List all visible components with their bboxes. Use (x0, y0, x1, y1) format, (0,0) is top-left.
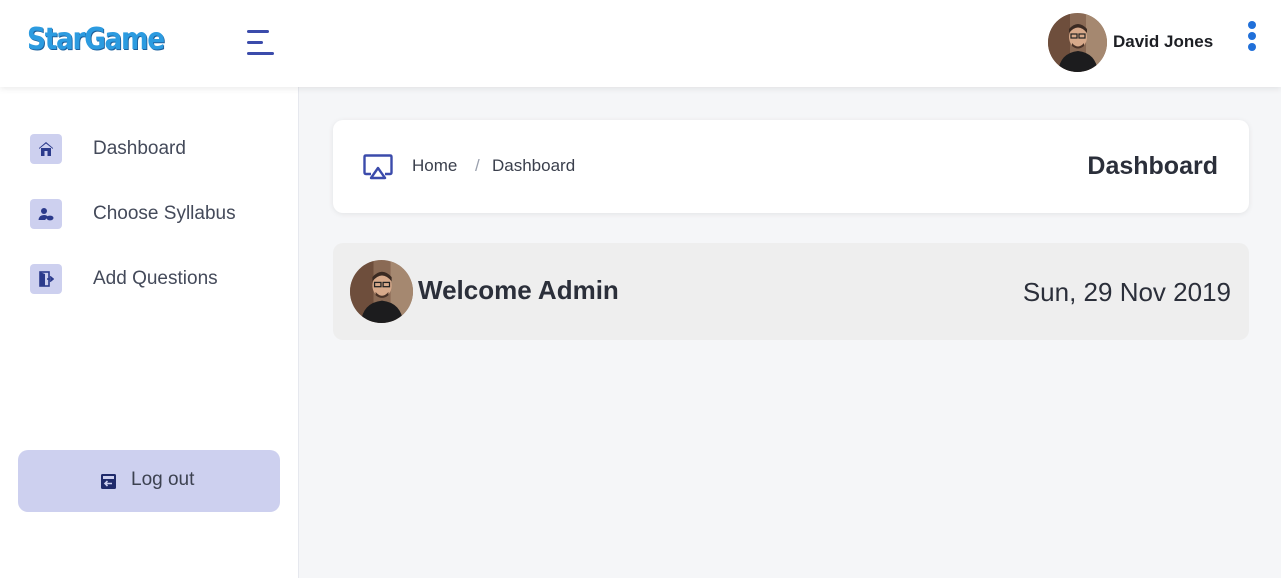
sidebar: Dashboard Choose Syllabus Add Questions (0, 87, 299, 578)
logout-label: Log out (131, 469, 195, 490)
vertical-dots-icon[interactable] (1247, 21, 1257, 51)
top-header: StarGame David Jones (0, 0, 1281, 87)
sidebar-item-dashboard[interactable]: Dashboard (30, 134, 280, 166)
welcome-banner: Welcome Admin Sun, 29 Nov 2019 (333, 243, 1249, 340)
breadcrumb-separator: / (475, 156, 480, 175)
sidebar-item-add-questions[interactable]: Add Questions (30, 264, 280, 296)
current-date: Sun, 29 Nov 2019 (1022, 277, 1231, 307)
logout-button[interactable]: Log out (18, 450, 280, 512)
sidebar-item-choose-syllabus[interactable]: Choose Syllabus (30, 199, 280, 231)
sidebar-item-label: Add Questions (93, 268, 218, 289)
user-name[interactable]: David Jones (1113, 32, 1213, 52)
door-exit-icon (30, 264, 62, 294)
airplay-icon (363, 153, 393, 186)
breadcrumb-home-link[interactable]: Home (412, 156, 457, 176)
breadcrumb: Home / Dashboard Dashboard (333, 120, 1249, 213)
hamburger-menu-icon[interactable] (247, 30, 274, 56)
sidebar-item-label: Choose Syllabus (93, 203, 236, 224)
user-cloud-icon (30, 199, 62, 229)
welcome-message: Welcome Admin (418, 275, 619, 305)
app-logo[interactable]: StarGame (27, 22, 165, 57)
user-avatar[interactable] (1048, 13, 1107, 72)
sidebar-item-label: Dashboard (93, 138, 186, 159)
home-icon (30, 134, 62, 164)
page-title: Dashboard (1087, 152, 1218, 180)
avatar (350, 260, 413, 323)
logout-door-icon (100, 473, 117, 495)
breadcrumb-current: Dashboard (492, 156, 576, 175)
